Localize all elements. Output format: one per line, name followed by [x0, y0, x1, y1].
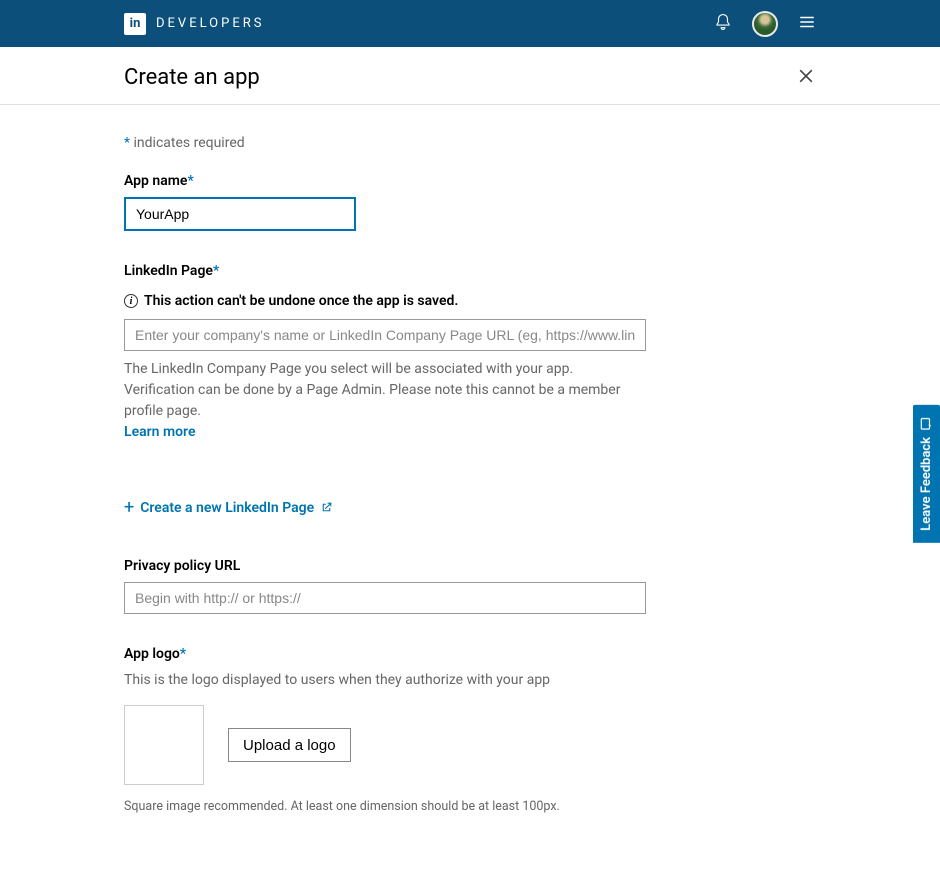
privacy-url-input[interactable] [124, 582, 646, 614]
linkedin-logo-icon[interactable]: in [124, 13, 146, 35]
warning-text: This action can't be undone once the app… [144, 293, 458, 309]
page-title: Create an app [124, 65, 260, 90]
app-name-label: App name* [124, 173, 656, 189]
app-logo-label: App logo* [124, 646, 656, 662]
feedback-icon [920, 417, 934, 431]
brand-text: DEVELOPERS [156, 16, 264, 31]
plus-icon: + [124, 497, 134, 518]
field-app-name: App name* [124, 173, 656, 231]
field-linkedin-page: LinkedIn Page* i This action can't be un… [124, 263, 656, 518]
linkedin-page-warning: i This action can't be undone once the a… [124, 293, 656, 309]
close-icon[interactable] [796, 66, 816, 90]
topbar-actions [714, 11, 916, 37]
logo-caption: Square image recommended. At least one d… [124, 799, 656, 814]
menu-icon[interactable] [798, 13, 816, 35]
upload-logo-button[interactable]: Upload a logo [228, 728, 351, 762]
required-indicator-note: * indicates required [124, 135, 656, 151]
leave-feedback-tab[interactable]: Leave Feedback [913, 405, 940, 543]
brand-block: in DEVELOPERS [24, 13, 264, 35]
create-linkedin-page-link[interactable]: + Create a new LinkedIn Page [124, 497, 656, 518]
linkedin-page-input[interactable] [124, 319, 646, 351]
create-app-form: * indicates required App name* LinkedIn … [0, 105, 780, 886]
external-link-icon [320, 501, 333, 514]
logo-preview [124, 705, 204, 785]
field-app-logo: App logo* This is the logo displayed to … [124, 646, 656, 814]
field-privacy-url: Privacy policy URL [124, 558, 656, 614]
app-logo-desc: This is the logo displayed to users when… [124, 670, 646, 691]
page-header: Create an app [0, 47, 940, 105]
privacy-url-label: Privacy policy URL [124, 558, 656, 574]
app-name-input[interactable] [124, 197, 356, 231]
info-icon: i [124, 294, 138, 308]
avatar[interactable] [752, 11, 778, 37]
learn-more-link[interactable]: Learn more [124, 424, 195, 440]
linkedin-page-label: LinkedIn Page* [124, 263, 656, 279]
linkedin-page-helper: The LinkedIn Company Page you select wil… [124, 359, 646, 443]
top-navbar: in DEVELOPERS [0, 0, 940, 47]
notifications-icon[interactable] [714, 13, 732, 35]
